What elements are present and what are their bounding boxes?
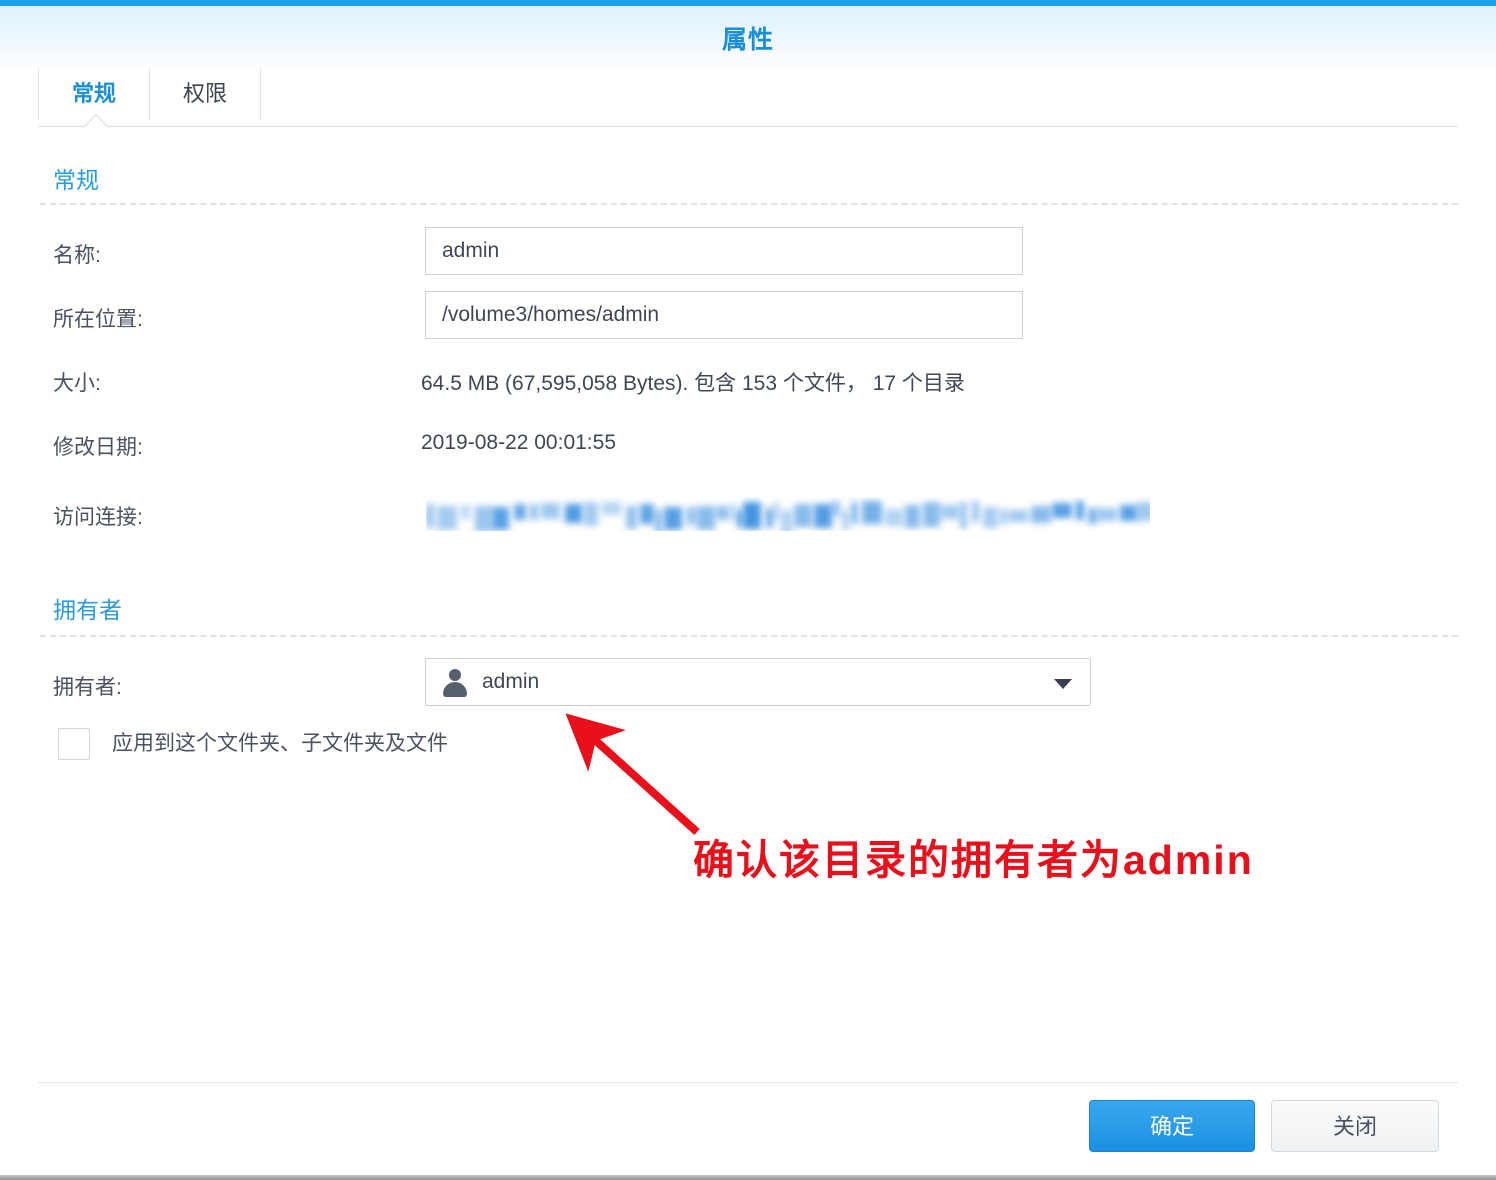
dialog-footer: 确定 关闭: [0, 1100, 1496, 1160]
name-field-value: admin: [442, 239, 500, 262]
location-field[interactable]: /volume3/homes/admin: [425, 291, 1023, 339]
owner-select[interactable]: admin: [425, 658, 1091, 706]
section-divider-owner: [40, 635, 1458, 637]
tab-general-label: 常规: [72, 81, 117, 106]
apply-to-subfolders-label: 应用到这个文件夹、子文件夹及文件: [112, 732, 448, 755]
name-field[interactable]: admin: [425, 227, 1023, 275]
location-field-value: /volume3/homes/admin: [442, 303, 660, 326]
active-tab-caret-icon: [83, 114, 109, 128]
tab-permission-label: 权限: [183, 81, 228, 106]
label-size: 大小:: [53, 372, 101, 395]
annotation-text: 确认该目录的拥有者为admin: [693, 837, 1254, 883]
user-icon: [442, 669, 468, 697]
tab-strip: 常规 权限: [0, 68, 1496, 121]
owner-select-value: admin: [482, 670, 540, 693]
label-name: 名称:: [53, 244, 101, 267]
window-title: 属性: [721, 26, 774, 54]
label-owner: 拥有者:: [53, 676, 122, 699]
access-link-redacted[interactable]: [426, 497, 1150, 531]
label-location: 所在位置:: [53, 308, 143, 331]
apply-to-subfolders-checkbox[interactable]: [58, 728, 90, 760]
tab-permission[interactable]: 权限: [149, 68, 262, 120]
section-divider-general: [40, 203, 1458, 205]
footer-divider: [38, 1082, 1458, 1083]
section-heading-owner: 拥有者: [53, 597, 122, 623]
window-bottom-bar: [0, 1175, 1496, 1180]
section-heading-general: 常规: [53, 167, 99, 193]
label-modified-date: 修改日期:: [53, 436, 143, 459]
value-modified-date: 2019-08-22 00:01:55: [421, 431, 616, 454]
value-size: 64.5 MB (67,595,058 Bytes). 包含 153 个文件， …: [421, 372, 965, 395]
ok-button[interactable]: 确定: [1089, 1100, 1255, 1152]
tab-general[interactable]: 常规: [38, 68, 149, 120]
label-access-link: 访问连接:: [53, 506, 143, 529]
properties-content: 常规 名称: admin 所在位置: /volume3/homes/admin …: [0, 127, 1496, 1077]
close-button[interactable]: 关闭: [1271, 1100, 1439, 1152]
chevron-down-icon: [1054, 679, 1072, 689]
